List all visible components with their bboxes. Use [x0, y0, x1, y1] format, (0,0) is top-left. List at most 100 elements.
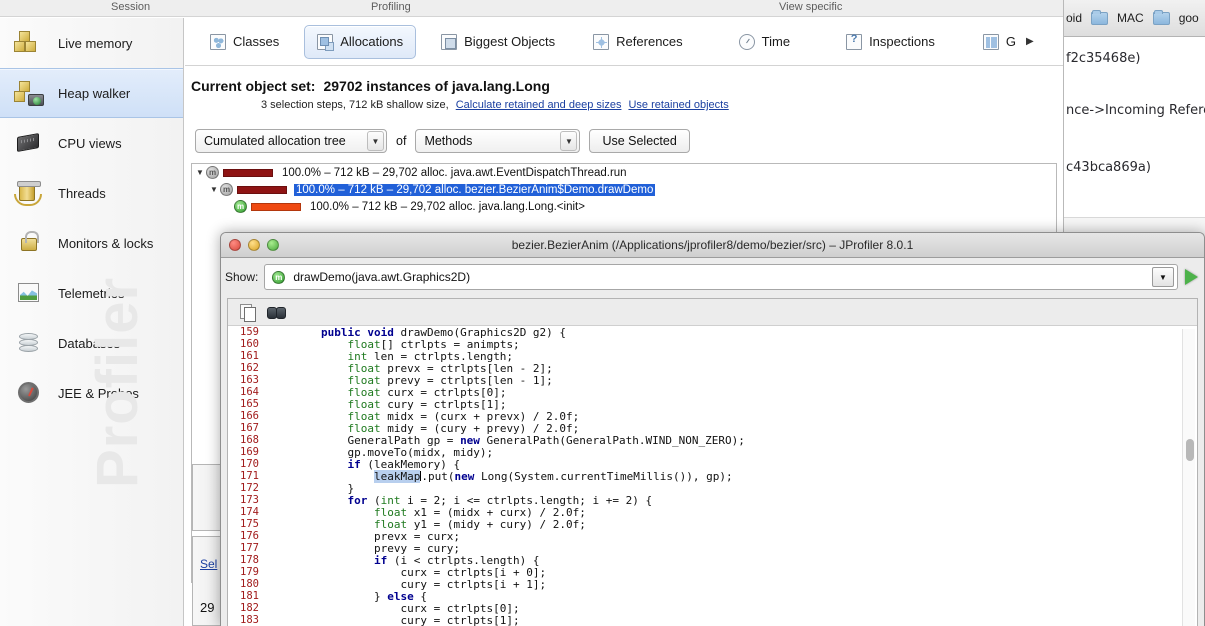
- line-number: 165: [240, 398, 259, 410]
- line-number: 181: [240, 590, 259, 602]
- tab-references[interactable]: References: [580, 25, 695, 59]
- folder-icon: [1091, 9, 1109, 25]
- biggest-objects-icon: [441, 33, 458, 50]
- background-window-toolbar: oid MAC goo: [1064, 0, 1205, 37]
- menu-group-view-specific[interactable]: View specific: [779, 1, 842, 13]
- tab-label: Time: [761, 34, 791, 49]
- line-number: 166: [240, 410, 259, 422]
- allocation-bar: [223, 168, 273, 177]
- object-set-label: Current object set:: [191, 78, 316, 94]
- find-icon[interactable]: [267, 305, 286, 319]
- calculate-retained-sizes-link[interactable]: Calculate retained and deep sizes: [456, 99, 622, 111]
- code-line: 170 if (leakMemory) {: [228, 458, 1197, 471]
- tab-classes[interactable]: Classes: [197, 25, 292, 59]
- line-number: 164: [240, 386, 259, 398]
- tree-controls: Cumulated allocation tree ▼ of Methods ▼…: [195, 129, 1063, 153]
- sidebar-item-cpu-views[interactable]: CPU views: [0, 118, 183, 168]
- tree-mode-value: Cumulated allocation tree: [204, 134, 346, 148]
- expander-icon[interactable]: ▼: [194, 168, 206, 177]
- tab-inspections[interactable]: Inspections: [833, 25, 948, 59]
- code-line: 165 float cury = ctrlpts[1];: [228, 398, 1197, 411]
- code-line: 180 cury = ctrlpts[i + 1];: [228, 578, 1197, 591]
- chevron-down-icon[interactable]: ▼: [560, 131, 578, 151]
- tab-allocations[interactable]: Allocations: [304, 24, 417, 59]
- graph-icon: [982, 33, 999, 50]
- tree-row-label: 100.0% – 712 kB – 29,702 alloc. bezier.B…: [294, 183, 656, 196]
- method-icon: m: [220, 183, 233, 196]
- code-line: 171 leakMap.put(new Long(System.currentT…: [228, 469, 1197, 483]
- code-line: 174 float x1 = (midx + curx) / 2.0f;: [228, 506, 1197, 519]
- background-window: oid MAC goo f2c35468e) nce->Incoming Ref…: [1063, 0, 1205, 240]
- tree-row[interactable]: ▼ m 100.0% – 712 kB – 29,702 alloc. bezi…: [192, 181, 1056, 198]
- sidebar-item-live-memory[interactable]: Live memory: [0, 18, 183, 68]
- chevron-down-icon[interactable]: ▼: [1152, 267, 1174, 287]
- tab-biggest-objects[interactable]: Biggest Objects: [428, 25, 568, 59]
- sidebar-item-monitors-locks[interactable]: Monitors & locks: [0, 218, 183, 268]
- background-window-content: f2c35468e) nce->Incoming Refere c43bca86…: [1064, 37, 1205, 240]
- code-line: 183 cury = ctrlpts[1];: [228, 614, 1197, 626]
- menu-group-session[interactable]: Session: [111, 1, 150, 13]
- close-icon[interactable]: [229, 239, 241, 251]
- dialog-titlebar[interactable]: bezier.BezierAnim (/Applications/jprofil…: [221, 233, 1204, 258]
- breadcrumb-item-1[interactable]: MAC: [1117, 11, 1144, 25]
- aggregation-value: Methods: [424, 134, 473, 148]
- aggregation-select[interactable]: Methods ▼: [415, 129, 581, 153]
- use-selected-button[interactable]: Use Selected: [589, 129, 690, 153]
- line-number: 180: [240, 578, 259, 590]
- breadcrumb-item-2[interactable]: goo: [1179, 11, 1199, 25]
- expander-icon[interactable]: ▼: [208, 185, 220, 194]
- code-editor[interactable]: 159 public void drawDemo(Graphics2D g2) …: [228, 326, 1197, 626]
- code-line: 173 for (int i = 2; i <= ctrlpts.length;…: [228, 494, 1197, 507]
- code-line: 159 public void drawDemo(Graphics2D g2) …: [228, 326, 1197, 339]
- tree-row-label: 100.0% – 712 kB – 29,702 alloc. java.awt…: [282, 166, 627, 179]
- sidebar-item-label: Threads: [58, 185, 106, 201]
- tab-label: References: [616, 34, 683, 49]
- scrollbar-thumb[interactable]: [1186, 439, 1194, 461]
- menu-strip: Session Profiling View specific: [0, 0, 1063, 17]
- show-method-value: drawDemo(java.awt.Graphics2D): [293, 270, 471, 284]
- code-scrollbar[interactable]: [1182, 329, 1195, 626]
- allocations-icon: [317, 33, 334, 50]
- line-number: 177: [240, 542, 259, 554]
- tree-mode-select[interactable]: Cumulated allocation tree ▼: [195, 129, 387, 153]
- line-number: 162: [240, 362, 259, 374]
- sidebar-item-label: CPU views: [58, 135, 122, 151]
- line-number: 178: [240, 554, 259, 566]
- tab-label: Classes: [233, 34, 280, 49]
- tab-overflow-arrow-icon[interactable]: ▶: [1026, 36, 1034, 47]
- line-number: 161: [240, 350, 259, 362]
- tab-graph[interactable]: G ▶: [970, 25, 1035, 59]
- code-toolbar: [228, 299, 1197, 326]
- tab-label: Biggest Objects: [464, 34, 556, 49]
- tree-row[interactable]: ▼ m 100.0% – 712 kB – 29,702 alloc. java…: [192, 164, 1056, 181]
- gauge-icon: [14, 378, 44, 408]
- code-line: 178 if (i < ctrlpts.length) {: [228, 554, 1197, 567]
- tree-row[interactable]: m 100.0% – 712 kB – 29,702 alloc. java.l…: [192, 198, 1056, 215]
- menu-group-profiling[interactable]: Profiling: [371, 1, 411, 13]
- breadcrumb-item-0[interactable]: oid: [1066, 11, 1082, 25]
- sidebar-item-label: Monitors & locks: [58, 235, 154, 251]
- method-icon: m: [206, 166, 219, 179]
- profiler-watermark: Profiler: [85, 276, 150, 488]
- chevron-down-icon[interactable]: ▼: [367, 131, 384, 151]
- sidebar-item-threads[interactable]: Threads: [0, 168, 183, 218]
- play-icon[interactable]: [1184, 268, 1200, 286]
- code-line: 181 } else {: [228, 590, 1197, 603]
- code-panel: 159 public void drawDemo(Graphics2D g2) …: [227, 298, 1198, 626]
- use-retained-objects-link[interactable]: Use retained objects: [628, 99, 728, 111]
- obscured-selection-link[interactable]: Sel: [200, 557, 217, 571]
- sidebar-item-heap-walker[interactable]: Heap walker: [0, 68, 183, 118]
- tab-label: G: [1005, 34, 1016, 49]
- zoom-icon[interactable]: [267, 239, 279, 251]
- background-text-line: f2c35468e): [1066, 51, 1141, 66]
- tree-row-label: 100.0% – 712 kB – 29,702 alloc. java.lan…: [310, 200, 585, 213]
- tab-time[interactable]: Time: [726, 25, 803, 59]
- copy-icon[interactable]: [240, 303, 256, 322]
- references-icon: [593, 33, 610, 50]
- line-number: 179: [240, 566, 259, 578]
- minimize-icon[interactable]: [248, 239, 260, 251]
- chip-icon: [14, 128, 44, 158]
- show-method-select[interactable]: m drawDemo(java.awt.Graphics2D) ▼: [264, 264, 1178, 290]
- code-line: 161 int len = ctrlpts.length;: [228, 350, 1197, 363]
- lock-icon: [14, 228, 44, 258]
